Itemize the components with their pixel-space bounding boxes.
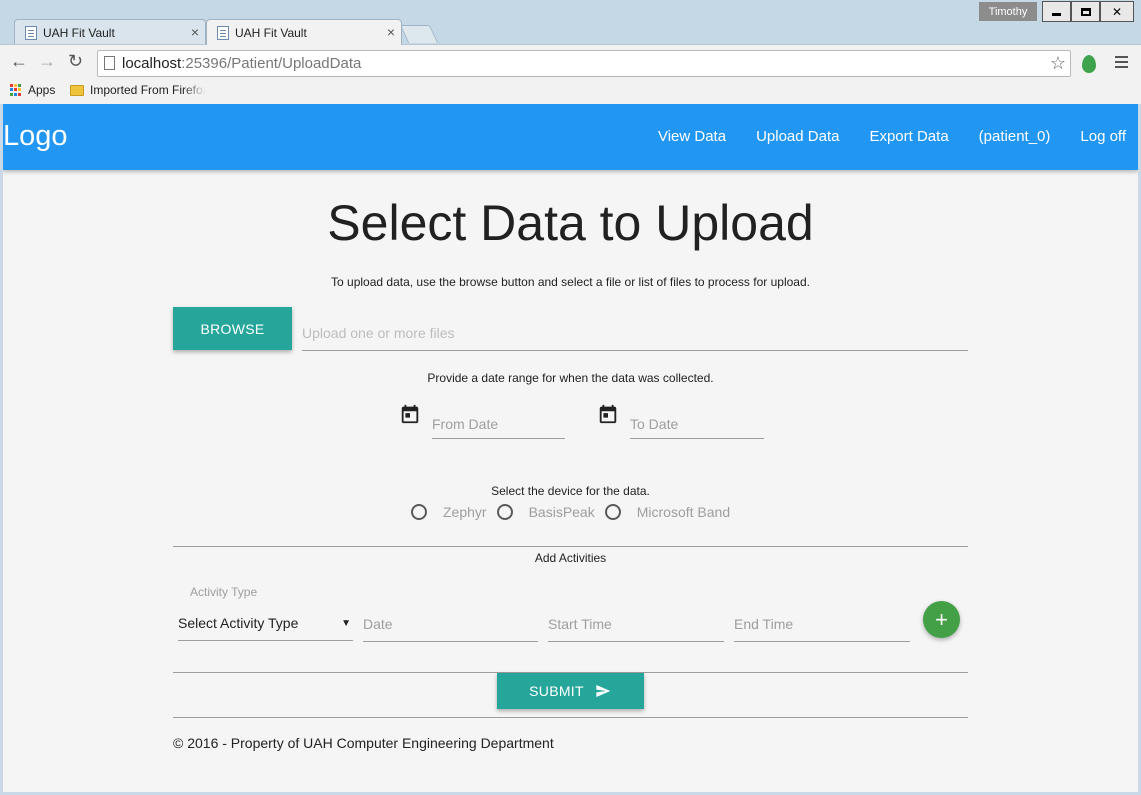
back-icon[interactable]: ← bbox=[10, 51, 28, 72]
bookmarks-bar: Apps Imported From Firefox bbox=[0, 81, 1141, 104]
close-icon[interactable]: × bbox=[387, 24, 395, 40]
minimize-button[interactable] bbox=[1042, 1, 1071, 22]
add-activity-button[interactable]: + bbox=[923, 601, 960, 638]
page-icon bbox=[217, 26, 229, 40]
bookmark-label: Apps bbox=[28, 83, 56, 97]
device-instruction: Select the device for the data. bbox=[491, 484, 650, 498]
page-title: Select Data to Upload bbox=[327, 195, 814, 251]
top-navbar: Logo View Data Upload Data Export Data (… bbox=[3, 104, 1138, 170]
profile-button[interactable]: Timothy bbox=[979, 2, 1037, 21]
nav-export-data[interactable]: Export Data bbox=[869, 128, 948, 145]
bookmark-apps[interactable]: Apps bbox=[10, 83, 55, 97]
activity-type-value: Select Activity Type bbox=[178, 615, 299, 631]
submit-button[interactable]: SUBMIT bbox=[497, 673, 644, 709]
browser-tab-2[interactable]: UAH Fit Vault × bbox=[206, 19, 402, 45]
send-icon bbox=[596, 685, 611, 697]
tab-title: UAH Fit Vault bbox=[43, 25, 115, 40]
browser-toolbar: ← → ↻ localhost:25396/Patient/UploadData… bbox=[0, 44, 1141, 81]
browser-tab-1[interactable]: UAH Fit Vault × bbox=[14, 19, 206, 45]
forward-icon[interactable]: → bbox=[38, 51, 56, 72]
page-icon bbox=[25, 26, 37, 40]
bookmark-label: Imported From Firefox bbox=[90, 83, 206, 97]
calendar-icon[interactable] bbox=[597, 403, 619, 425]
folder-icon bbox=[70, 84, 84, 96]
date-instruction: Provide a date range for when the data w… bbox=[427, 371, 714, 385]
submit-label: SUBMIT bbox=[529, 683, 584, 699]
activity-type-label: Activity Type bbox=[190, 585, 258, 599]
start-time-input[interactable] bbox=[548, 607, 724, 642]
activity-type-select[interactable]: Select Activity Type ▼ bbox=[178, 606, 353, 641]
bookmark-star-icon[interactable]: ☆ bbox=[1050, 53, 1066, 74]
url-host: localhost bbox=[122, 55, 182, 72]
radio-basispeak[interactable] bbox=[496, 504, 513, 520]
nav-view-data[interactable]: View Data bbox=[658, 128, 726, 145]
bookmark-folder[interactable]: Imported From Firefox bbox=[70, 83, 206, 97]
upload-instruction: To upload data, use the browse button an… bbox=[331, 275, 810, 289]
page-icon bbox=[104, 56, 115, 70]
close-icon[interactable]: × bbox=[191, 24, 199, 40]
logo[interactable]: Logo bbox=[3, 120, 68, 153]
radio-label: Microsoft Band bbox=[636, 504, 731, 520]
new-tab-button[interactable] bbox=[399, 25, 439, 43]
radio-microsoft-band[interactable] bbox=[604, 504, 621, 520]
caret-down-icon: ▼ bbox=[341, 618, 351, 629]
to-date-input[interactable] bbox=[630, 409, 764, 439]
end-time-input[interactable] bbox=[734, 607, 910, 642]
radio-label: Zephyr bbox=[443, 504, 487, 520]
page-viewport: Logo View Data Upload Data Export Data (… bbox=[3, 104, 1138, 792]
browse-button[interactable]: BROWSE bbox=[173, 307, 292, 350]
divider bbox=[173, 546, 968, 547]
activity-date-input[interactable] bbox=[363, 607, 538, 642]
radio-zephyr[interactable] bbox=[411, 504, 427, 520]
from-date-input[interactable] bbox=[432, 409, 565, 439]
address-bar[interactable]: localhost:25396/Patient/UploadData ☆ bbox=[97, 50, 1071, 77]
activities-title: Add Activities bbox=[534, 551, 607, 565]
tab-title: UAH Fit Vault bbox=[235, 25, 307, 40]
url-path: :25396/Patient/UploadData bbox=[181, 55, 362, 72]
window-titlebar: UAH Fit Vault × UAH Fit Vault × Timothy … bbox=[0, 0, 1141, 45]
nav-links: View Data Upload Data Export Data (patie… bbox=[658, 128, 1126, 145]
calendar-icon[interactable] bbox=[399, 403, 421, 425]
extension-icon[interactable] bbox=[1082, 55, 1096, 73]
reload-icon[interactable]: ↻ bbox=[68, 51, 83, 72]
footer-text: © 2016 - Property of UAH Computer Engine… bbox=[173, 735, 554, 751]
window-close-button[interactable]: ✕ bbox=[1100, 1, 1134, 22]
browser-menu-icon[interactable] bbox=[1115, 56, 1128, 71]
apps-icon bbox=[10, 84, 22, 96]
maximize-button[interactable] bbox=[1071, 1, 1100, 22]
nav-user[interactable]: (patient_0) bbox=[979, 128, 1051, 145]
nav-upload-data[interactable]: Upload Data bbox=[756, 128, 839, 145]
file-path-input[interactable] bbox=[302, 316, 968, 351]
minimize-icon bbox=[1052, 13, 1061, 16]
maximize-icon bbox=[1080, 7, 1091, 16]
device-radio-group: Zephyr BasisPeak Microsoft Band bbox=[411, 504, 740, 520]
radio-label: BasisPeak bbox=[528, 504, 595, 520]
divider bbox=[173, 717, 968, 718]
nav-log-off[interactable]: Log off bbox=[1080, 128, 1126, 145]
